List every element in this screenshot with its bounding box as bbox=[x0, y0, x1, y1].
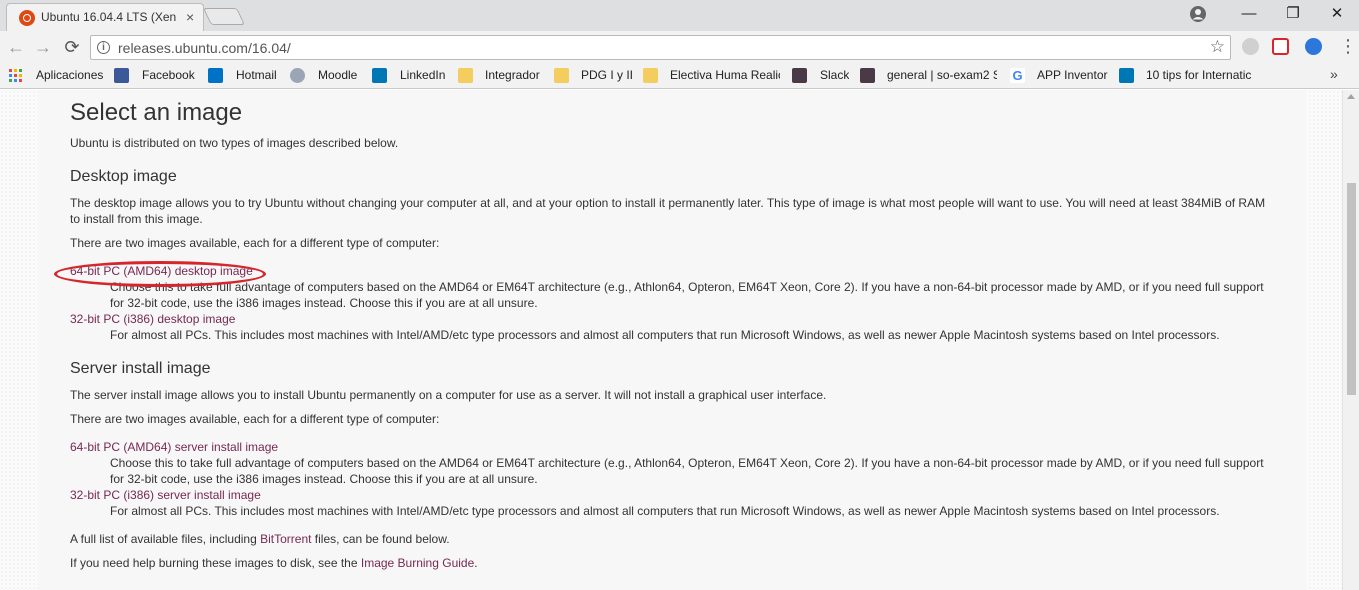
image-burning-guide-link[interactable]: Image Burning Guide bbox=[361, 556, 474, 570]
bookmark-label: 10 tips for Internatic bbox=[1146, 68, 1252, 82]
bittorrent-link[interactable]: BitTorrent bbox=[260, 532, 311, 546]
minimize-button[interactable]: — bbox=[1226, 0, 1272, 31]
star-icon[interactable]: ☆ bbox=[1210, 37, 1225, 57]
bookmarks-more-icon[interactable]: » bbox=[1330, 66, 1338, 82]
moodle-icon bbox=[290, 68, 305, 83]
download-32bit-server-desc: For almost all PCs. This includes most m… bbox=[110, 504, 1220, 518]
full-list-after: files, can be found below. bbox=[311, 532, 450, 546]
new-tab-button[interactable] bbox=[203, 8, 245, 25]
bookmark-slack-general[interactable]: general | so-exam2 S bbox=[860, 67, 1000, 85]
download-32bit-desktop-link[interactable]: 32-bit PC (i386) desktop image bbox=[70, 311, 235, 327]
page-content: Select an image Ubuntu is distributed on… bbox=[38, 90, 1307, 590]
full-list-before: A full list of available files, includin… bbox=[70, 532, 261, 546]
browser-toolbar: ← → ⟳ i releases.ubuntu.com/16.04/ ☆ ⋮ bbox=[0, 31, 1359, 63]
extension-icon[interactable] bbox=[1305, 38, 1322, 55]
desktop-heading: Desktop image bbox=[70, 168, 177, 185]
address-bar[interactable]: i releases.ubuntu.com/16.04/ ☆ bbox=[90, 35, 1231, 60]
bookmarks-bar: Aplicaciones Facebook Hotmail Moodle Lin… bbox=[0, 63, 1359, 89]
forward-arrow-icon[interactable]: → bbox=[32, 36, 54, 58]
tab-close-icon[interactable]: × bbox=[186, 9, 194, 25]
bookmark-pdg[interactable]: PDG I y II bbox=[554, 67, 634, 85]
tab-strip: Ubuntu 16.04.4 LTS (Xenial Xerus) × — ❐ … bbox=[0, 0, 1359, 31]
download-64bit-server-desc: Choose this to take full advantage of co… bbox=[110, 456, 1264, 486]
bookmark-label: APP Inventor bbox=[1037, 68, 1108, 82]
burning-text: If you need help burning these images to… bbox=[70, 555, 1270, 571]
tab-title: Ubuntu 16.04.4 LTS (Xenial Xerus) bbox=[41, 10, 176, 24]
bookmark-hotmail[interactable]: Hotmail bbox=[208, 67, 288, 85]
server-description: The server install image allows you to i… bbox=[70, 388, 827, 402]
bookmark-slack[interactable]: Slack bbox=[792, 67, 852, 85]
skype-icon[interactable] bbox=[1242, 38, 1259, 55]
bookmark-linkedin[interactable]: LinkedIn bbox=[372, 67, 452, 85]
download-32bit-desktop-desc: For almost all PCs. This includes most m… bbox=[110, 328, 1220, 342]
ubuntu-favicon-icon bbox=[19, 10, 35, 26]
bookmark-facebook[interactable]: Facebook bbox=[114, 67, 202, 85]
bookmark-integrador[interactable]: Integrador bbox=[458, 67, 546, 85]
bookmark-label: general | so-exam2 S bbox=[887, 68, 997, 82]
desktop-available-text: There are two images available, each for… bbox=[70, 236, 440, 250]
scrollbar-thumb[interactable] bbox=[1347, 183, 1356, 395]
profile-icon[interactable] bbox=[1189, 5, 1207, 23]
folder-icon bbox=[554, 68, 569, 83]
bookmark-10-tips[interactable]: 10 tips for Internatic bbox=[1119, 67, 1255, 85]
slack-icon bbox=[792, 68, 807, 83]
server-available-text: There are two images available, each for… bbox=[70, 412, 440, 426]
bookmark-label: PDG I y II bbox=[581, 68, 634, 82]
download-64bit-desktop-link[interactable]: 64-bit PC (AMD64) desktop image bbox=[70, 263, 253, 279]
desktop-description: The desktop image allows you to try Ubun… bbox=[70, 196, 1266, 226]
page-title: Select an image bbox=[70, 99, 243, 126]
folder-icon bbox=[458, 68, 473, 83]
bookmark-app-inventor[interactable]: G APP Inventor bbox=[1010, 67, 1110, 85]
burning-after: . bbox=[474, 556, 478, 570]
vertical-scrollbar[interactable] bbox=[1342, 90, 1359, 590]
pocket-icon[interactable] bbox=[1272, 38, 1289, 55]
back-arrow-icon[interactable]: ← bbox=[5, 36, 27, 58]
burning-before: If you need help burning these images to… bbox=[70, 556, 361, 570]
slack-icon bbox=[860, 68, 875, 83]
bookmark-label: Facebook bbox=[142, 68, 195, 82]
bookmark-apps[interactable]: Aplicaciones bbox=[8, 67, 108, 85]
url-text[interactable]: releases.ubuntu.com/16.04/ bbox=[118, 40, 291, 56]
download-32bit-server-link[interactable]: 32-bit PC (i386) server install image bbox=[70, 487, 261, 503]
server-heading: Server install image bbox=[70, 360, 211, 377]
intro-text: Ubuntu is distributed on two types of im… bbox=[70, 136, 399, 150]
browser-tab[interactable]: Ubuntu 16.04.4 LTS (Xenial Xerus) × bbox=[6, 3, 204, 31]
bookmark-label: Integrador bbox=[485, 68, 540, 82]
bookmark-label: Electiva Huma Realic bbox=[670, 68, 780, 82]
bookmark-label: Aplicaciones bbox=[36, 68, 104, 82]
bookmark-label: Slack bbox=[820, 68, 850, 82]
apps-grid-icon bbox=[9, 69, 22, 82]
linkedin-icon bbox=[372, 68, 387, 83]
google-icon: G bbox=[1010, 68, 1025, 83]
linkedin-icon bbox=[1119, 68, 1134, 83]
outlook-icon bbox=[208, 68, 223, 83]
reload-icon[interactable]: ⟳ bbox=[61, 36, 83, 58]
bookmark-label: Hotmail bbox=[236, 68, 277, 82]
bookmark-moodle[interactable]: Moodle bbox=[290, 67, 368, 85]
menu-dots-icon[interactable]: ⋮ bbox=[1339, 37, 1357, 55]
bookmark-label: LinkedIn bbox=[400, 68, 446, 82]
facebook-icon bbox=[114, 68, 129, 83]
bookmark-label: Moodle bbox=[318, 68, 358, 82]
page-viewport: Select an image Ubuntu is distributed on… bbox=[0, 90, 1342, 590]
download-64bit-server-link[interactable]: 64-bit PC (AMD64) server install image bbox=[70, 439, 278, 455]
close-window-button[interactable]: ✕ bbox=[1314, 0, 1359, 31]
full-list-text: A full list of available files, includin… bbox=[70, 531, 1270, 547]
folder-icon bbox=[643, 68, 658, 83]
bookmark-electiva[interactable]: Electiva Huma Realic bbox=[643, 67, 780, 85]
scroll-up-arrow-icon[interactable] bbox=[1347, 94, 1355, 99]
maximize-button[interactable]: ❐ bbox=[1270, 0, 1316, 31]
download-64bit-desktop-desc: Choose this to take full advantage of co… bbox=[110, 280, 1264, 310]
info-circle-icon[interactable]: i bbox=[97, 41, 110, 54]
